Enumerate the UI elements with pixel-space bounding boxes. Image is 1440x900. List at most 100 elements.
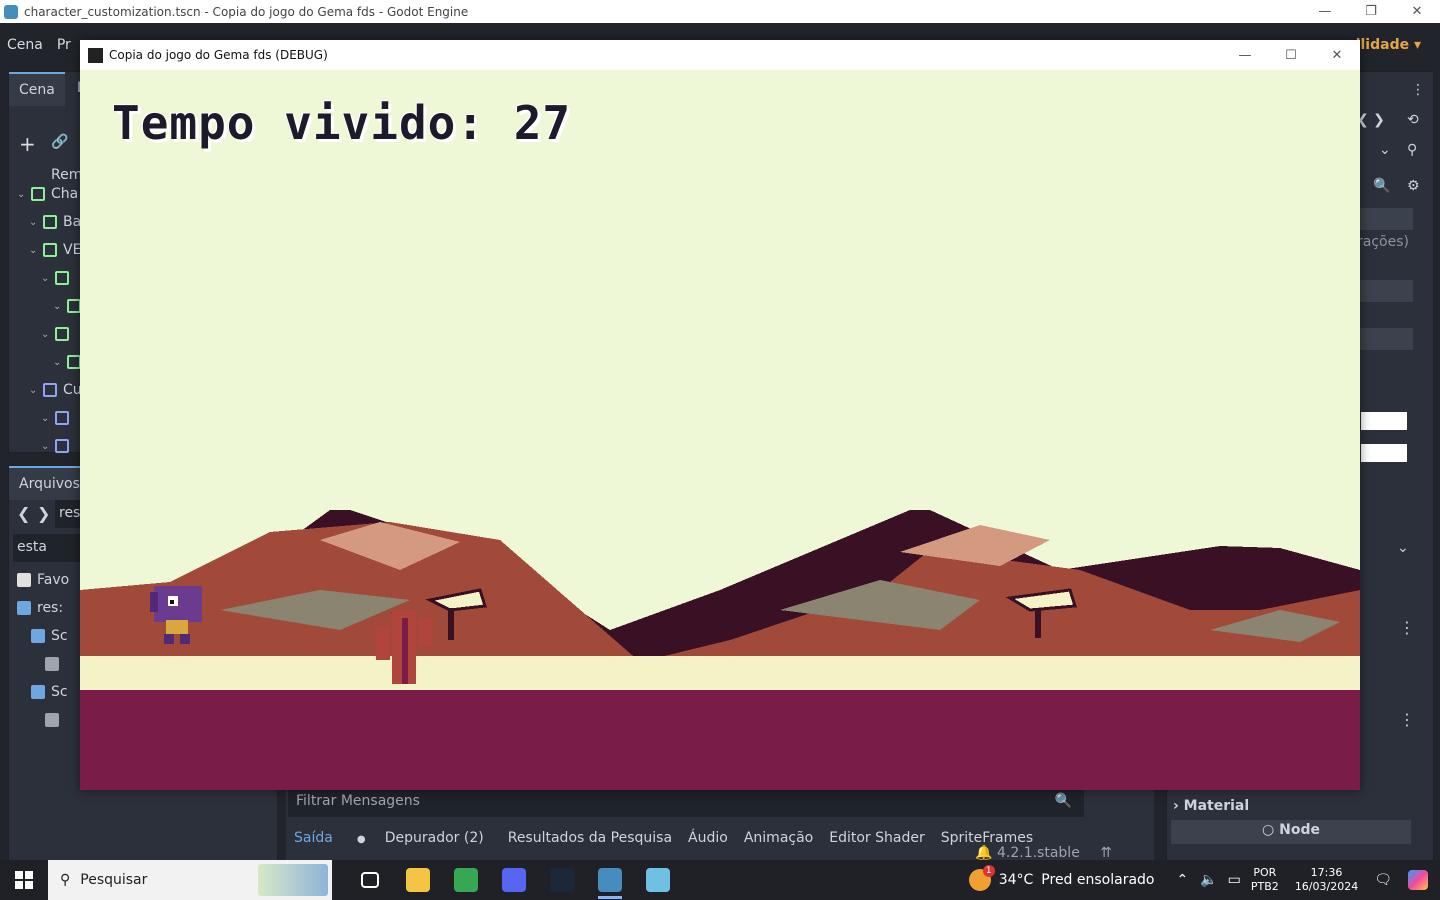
- bottom-tab[interactable]: Áudio: [680, 830, 736, 846]
- chevron-down-icon[interactable]: ⌄: [17, 189, 31, 200]
- menu-projeto[interactable]: Pr: [50, 37, 78, 53]
- chevron-down-icon[interactable]: ⌄: [53, 301, 67, 312]
- editor-close-button[interactable]: ✕: [1394, 0, 1440, 23]
- file-tree-row[interactable]: Favo: [17, 566, 69, 594]
- chevron-down-icon[interactable]: ⌄: [1397, 540, 1409, 556]
- file-tree-row[interactable]: [17, 650, 69, 678]
- bottom-tab-label: Depurador (2): [384, 830, 484, 846]
- weather-icon[interactable]: 1: [968, 865, 995, 891]
- scene-tree-row[interactable]: ⌄: [17, 264, 87, 292]
- weather-temp[interactable]: 34°C: [999, 872, 1034, 888]
- bottom-tab[interactable]: SpriteFrames: [933, 830, 1041, 846]
- filter-messages-input[interactable]: Filtrar Mensagens 🔍: [288, 787, 1084, 817]
- chevron-down-icon[interactable]: ⌄: [41, 413, 55, 424]
- scene-tree-row[interactable]: ⌄: [17, 404, 87, 432]
- inspector-field-bar[interactable]: [1357, 280, 1413, 302]
- folder-icon: [31, 629, 45, 643]
- editor-minimize-button[interactable]: —: [1302, 0, 1348, 23]
- scene-tree-row[interactable]: ⌄: [17, 292, 87, 320]
- file-tree-row[interactable]: res:: [17, 594, 69, 622]
- speaker-icon[interactable]: 🔈: [1200, 872, 1217, 888]
- bottom-tab[interactable]: Saída: [286, 830, 341, 846]
- tab-cena[interactable]: Cena: [9, 72, 65, 106]
- link-icon[interactable]: 🔗: [51, 134, 68, 150]
- taskbar-search[interactable]: ⚲ Pesquisar: [48, 860, 332, 900]
- copilot-icon[interactable]: [1408, 870, 1428, 890]
- chevron-down-icon[interactable]: ⌄: [53, 357, 67, 368]
- nav-arrows-icon[interactable]: ❮ ❯: [1357, 112, 1385, 128]
- file-tree-row[interactable]: [17, 706, 69, 734]
- node-search-icon[interactable]: ⚲: [1407, 142, 1417, 158]
- weather-desc[interactable]: Pred ensolarado: [1041, 872, 1154, 888]
- file-explorer-taskbar-button[interactable]: [394, 860, 442, 900]
- file-explorer-icon: [406, 868, 430, 892]
- tab-depurador[interactable]: ● Depurador (2): [341, 830, 500, 846]
- panel-collapse-icon[interactable]: ⇈: [1100, 845, 1112, 861]
- inspector-field-bar[interactable]: [1357, 208, 1413, 230]
- chevron-down-icon[interactable]: ⌄: [41, 273, 55, 284]
- chrome-taskbar-button[interactable]: [442, 860, 490, 900]
- clock-time: 17:36: [1310, 866, 1343, 879]
- scene-tree-row[interactable]: ⌄ VE: [17, 236, 87, 264]
- folder-icon: [31, 685, 45, 699]
- chevron-down-icon[interactable]: ⌄: [29, 245, 43, 256]
- menu-compatibilidade[interactable]: ilidade: [1349, 37, 1428, 53]
- scene-tree-row[interactable]: ⌄ Cha: [17, 180, 87, 208]
- scene-tree-row[interactable]: ⌄ Cu: [17, 376, 87, 404]
- game-titlebar: Copia do jogo do Gema fds (DEBUG) — ☐ ✕: [80, 40, 1360, 70]
- clock[interactable]: 17:36 16/03/2024: [1295, 866, 1358, 894]
- tab-arquivos[interactable]: Arquivos: [9, 466, 90, 500]
- bottom-tab[interactable]: Editor Shader: [821, 830, 932, 846]
- game-window-title: Copia do jogo do Gema fds (DEBUG): [109, 48, 328, 62]
- game-canvas[interactable]: [80, 70, 1360, 790]
- chevron-down-icon[interactable]: ⌄: [29, 217, 43, 228]
- file-tree-row[interactable]: Sc: [17, 622, 69, 650]
- search-icon: ⚲: [60, 872, 71, 888]
- inspector-field-bar[interactable]: [1357, 328, 1413, 350]
- bottom-tab[interactable]: Animação: [736, 830, 821, 846]
- scene-tree: ⌄ Cha ⌄ Ba ⌄ VE ⌄ ⌄ ⌄ ⌄ ⌄ Cu ⌄ ⌄: [17, 180, 87, 460]
- bell-icon[interactable]: 🔔: [975, 845, 992, 861]
- folder-icon: [17, 601, 31, 615]
- scene-tree-row[interactable]: ⌄: [17, 320, 87, 348]
- material-section[interactable]: › Material: [1173, 798, 1249, 814]
- forward-icon[interactable]: ❯: [37, 504, 50, 523]
- chevron-down-icon[interactable]: ⌄: [29, 385, 43, 396]
- game-maximize-button[interactable]: ☐: [1268, 44, 1314, 67]
- node-section[interactable]: ○ Node: [1171, 820, 1411, 844]
- discord-taskbar-button[interactable]: [490, 860, 538, 900]
- scene-tree-row[interactable]: ⌄: [17, 432, 87, 460]
- kebab-menu-icon[interactable]: ⋮: [1399, 710, 1415, 729]
- chevron-down-icon[interactable]: ⌄: [41, 441, 55, 452]
- node2d-icon: [31, 187, 45, 201]
- history-icon[interactable]: ⟲: [1407, 112, 1419, 128]
- menu-cena[interactable]: Cena: [0, 37, 50, 53]
- game-minimize-button[interactable]: —: [1222, 44, 1268, 67]
- game-close-button[interactable]: ✕: [1314, 44, 1360, 67]
- steam-taskbar-button[interactable]: [538, 860, 586, 900]
- color-swatch-white[interactable]: [1361, 444, 1407, 462]
- tools-icon[interactable]: ⚙: [1407, 178, 1420, 194]
- chevron-down-icon[interactable]: ⌄: [41, 329, 55, 340]
- language-indicator[interactable]: POR PTB2: [1251, 866, 1279, 894]
- back-icon[interactable]: ❮: [17, 504, 30, 523]
- vbox-icon: [43, 243, 57, 257]
- add-node-icon[interactable]: +: [19, 132, 36, 156]
- task-view-taskbar-button[interactable]: [346, 860, 394, 900]
- kebab-menu-icon[interactable]: ⋮: [1399, 618, 1415, 637]
- bottom-tab[interactable]: Resultados da Pesquisa: [500, 830, 680, 846]
- godot-taskbar-button[interactable]: [586, 860, 634, 900]
- editor-restore-button[interactable]: ❐: [1348, 0, 1394, 23]
- color-swatch-white[interactable]: [1361, 412, 1407, 430]
- scene-tree-row[interactable]: ⌄: [17, 348, 87, 376]
- scene-tree-row[interactable]: ⌄ Ba: [17, 208, 87, 236]
- notification-icon[interactable]: 🗨: [1374, 872, 1392, 888]
- search-icon[interactable]: 🔍: [1373, 178, 1390, 194]
- file-tree-row[interactable]: Sc: [17, 678, 69, 706]
- chevron-up-icon[interactable]: ⌃: [1177, 872, 1189, 888]
- start-button[interactable]: [0, 860, 48, 900]
- more-icon[interactable]: ⋮: [1411, 82, 1425, 98]
- network-icon[interactable]: ▭: [1228, 872, 1241, 888]
- dropdown-chevron-icon[interactable]: ⌄: [1379, 142, 1391, 158]
- notepad-taskbar-button[interactable]: [634, 860, 682, 900]
